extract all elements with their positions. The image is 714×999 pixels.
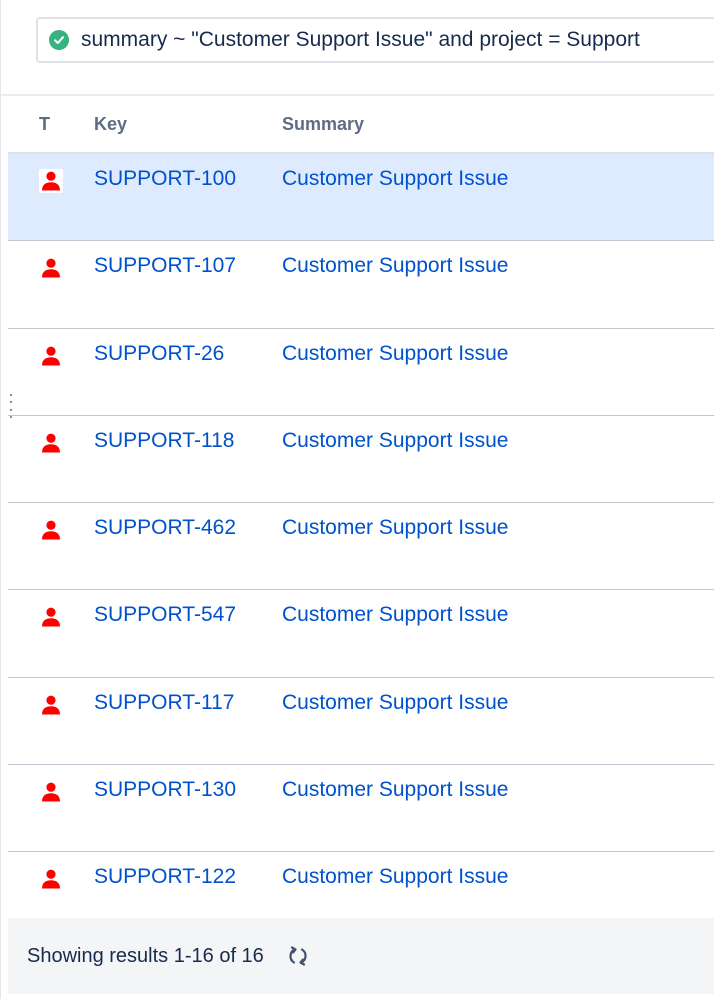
issue-table: T Key Summary SUPPORT-100 Customer Suppor…: [8, 96, 714, 922]
customer-request-person-icon: [39, 605, 94, 629]
issue-summary-link[interactable]: Customer Support Issue: [282, 865, 508, 888]
issue-summary-link[interactable]: Customer Support Issue: [282, 429, 508, 452]
jql-input[interactable]: summary ~ "Customer Support Issue" and p…: [36, 17, 714, 63]
jql-query-text[interactable]: summary ~ "Customer Support Issue" and p…: [81, 28, 640, 52]
issue-key-link[interactable]: SUPPORT-462: [94, 516, 236, 539]
issue-summary-link[interactable]: Customer Support Issue: [282, 778, 508, 801]
cell-type: [8, 691, 94, 717]
customer-request-person-icon: [39, 431, 94, 455]
cell-type: [8, 865, 94, 891]
customer-request-person-icon: [39, 693, 94, 717]
table-row[interactable]: SUPPORT-107 Customer Support Issue: [8, 241, 714, 329]
table-row[interactable]: SUPPORT-547 Customer Support Issue: [8, 590, 714, 678]
cell-type: [8, 342, 94, 368]
table-row[interactable]: SUPPORT-100 Customer Support Issue: [8, 154, 714, 242]
issue-key-link[interactable]: SUPPORT-100: [94, 167, 236, 190]
table-row[interactable]: SUPPORT-26 Customer Support Issue: [8, 329, 714, 416]
results-count: Showing results 1-16 of 16: [27, 944, 264, 967]
cell-type: [8, 254, 94, 280]
issue-summary-link[interactable]: Customer Support Issue: [282, 254, 508, 277]
cell-type: [8, 516, 94, 542]
cell-type: [8, 429, 94, 455]
table-header: T Key Summary: [8, 96, 714, 154]
table-row[interactable]: SUPPORT-462 Customer Support Issue: [8, 503, 714, 591]
customer-request-person-icon: [39, 344, 94, 368]
column-header-summary[interactable]: Summary: [282, 114, 714, 135]
cell-type: [8, 778, 94, 804]
issue-summary-link[interactable]: Customer Support Issue: [282, 167, 508, 190]
jql-query-bar: summary ~ "Customer Support Issue" and p…: [1, 0, 714, 96]
table-body: SUPPORT-100 Customer Support Issue SUPPORT…: [8, 154, 714, 922]
issue-key-link[interactable]: SUPPORT-122: [94, 865, 236, 888]
issue-summary-link[interactable]: Customer Support Issue: [282, 691, 508, 714]
customer-request-person-icon: [39, 256, 94, 280]
issue-summary-link[interactable]: Customer Support Issue: [282, 342, 508, 365]
customer-request-person-icon: [39, 169, 94, 193]
issue-key-link[interactable]: SUPPORT-117: [94, 691, 234, 714]
cell-type: [8, 167, 94, 193]
table-row[interactable]: SUPPORT-117 Customer Support Issue: [8, 678, 714, 766]
check-circle-icon: [49, 30, 69, 50]
table-row[interactable]: SUPPORT-118 Customer Support Issue: [8, 416, 714, 504]
issue-navigator: summary ~ "Customer Support Issue" and p…: [0, 0, 714, 999]
results-footer: Showing results 1-16 of 16: [8, 918, 714, 994]
column-header-key[interactable]: Key: [94, 114, 282, 135]
customer-request-person-icon: [39, 518, 94, 542]
issue-key-link[interactable]: SUPPORT-130: [94, 778, 236, 801]
issue-key-link[interactable]: SUPPORT-107: [94, 254, 236, 277]
issue-summary-link[interactable]: Customer Support Issue: [282, 603, 508, 626]
issue-summary-link[interactable]: Customer Support Issue: [282, 516, 508, 539]
customer-request-person-icon: [39, 780, 94, 804]
customer-request-person-icon: [39, 867, 94, 891]
cell-type: [8, 603, 94, 629]
refresh-icon[interactable]: [286, 944, 310, 968]
issue-key-link[interactable]: SUPPORT-547: [94, 603, 236, 626]
issue-key-link[interactable]: SUPPORT-26: [94, 342, 224, 365]
table-row[interactable]: SUPPORT-130 Customer Support Issue: [8, 765, 714, 853]
column-header-type[interactable]: T: [8, 114, 94, 135]
table-row[interactable]: SUPPORT-122 Customer Support Issue: [8, 852, 714, 922]
issue-key-link[interactable]: SUPPORT-118: [94, 429, 234, 452]
